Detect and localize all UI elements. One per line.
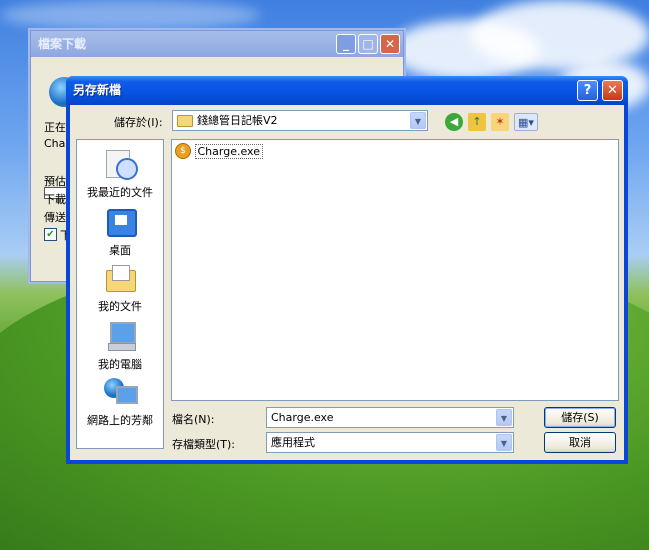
save-button[interactable]: 儲存(S) [544, 407, 616, 428]
save-as-dialog: 另存新檔 ? ✕ 儲存於(I): 錢總管日記帳V2 ▼ ◀ ↑ ✶ ▦▾ 我最近… [66, 76, 628, 464]
chevron-down-icon[interactable]: ▼ [496, 409, 512, 426]
save-in-label: 儲存於(I): [114, 116, 163, 129]
place-desktop[interactable]: 桌面 [77, 206, 163, 258]
help-button[interactable]: ? [577, 80, 598, 101]
filetype-value: 應用程式 [271, 436, 315, 449]
place-label: 我的文件 [98, 300, 142, 313]
place-my-computer[interactable]: 我的電腦 [77, 320, 163, 372]
place-recent[interactable]: 我最近的文件 [77, 148, 163, 200]
save-in-combo[interactable]: 錢總管日記帳V2 ▼ [172, 110, 428, 131]
file-list[interactable]: $ Charge.exe [171, 139, 619, 401]
place-label: 桌面 [109, 244, 131, 257]
back-icon[interactable]: ◀ [445, 113, 463, 131]
filetype-combo[interactable]: 應用程式 ▼ [266, 432, 514, 453]
maximize-icon[interactable]: □ [358, 34, 378, 54]
list-item[interactable]: $ Charge.exe [175, 143, 263, 159]
my-computer-icon [104, 320, 136, 352]
title-bar[interactable]: 另存新檔 ? ✕ [66, 76, 628, 105]
up-folder-icon[interactable]: ↑ [468, 113, 486, 131]
dialog-title: 另存新檔 [73, 83, 122, 97]
file-name: Charge.exe [194, 143, 263, 159]
view-menu-icon[interactable]: ▦▾ [514, 113, 538, 131]
save-in-value: 錢總管日記帳V2 [197, 114, 278, 127]
minimize-icon[interactable]: _ [336, 34, 356, 54]
chevron-down-icon[interactable]: ▼ [410, 112, 426, 129]
place-network[interactable]: 網路上的芳鄰 [77, 376, 163, 428]
place-my-documents[interactable]: 我的文件 [77, 262, 163, 314]
new-folder-icon[interactable]: ✶ [491, 113, 509, 131]
filename-combo[interactable]: Charge.exe ▼ [266, 407, 514, 428]
filetype-label: 存檔類型(T): [172, 438, 236, 451]
chevron-down-icon[interactable]: ▼ [496, 434, 512, 451]
close-icon[interactable]: ✕ [380, 34, 400, 54]
filename-value[interactable]: Charge.exe [271, 408, 333, 427]
network-places-icon [104, 376, 138, 408]
places-bar: 我最近的文件 桌面 我的文件 我的電腦 網路上的芳鄰 [76, 139, 164, 449]
place-label: 我的電腦 [98, 358, 142, 371]
download-status-line: 正在 [44, 121, 66, 134]
place-label: 我最近的文件 [87, 186, 153, 199]
close-on-complete-checkbox[interactable]: ✔ [44, 228, 57, 241]
recent-documents-icon [104, 148, 138, 180]
download-to-line: 下載 [44, 193, 66, 206]
filename-label: 檔名(N): [172, 413, 215, 426]
exe-file-icon: $ [175, 143, 191, 159]
desktop-icon [104, 206, 137, 238]
close-button[interactable]: ✕ [602, 80, 623, 101]
cancel-button[interactable]: 取消 [544, 432, 616, 453]
place-label: 網路上的芳鄰 [87, 414, 153, 427]
download-estimate-line: 預估 [44, 175, 66, 188]
my-documents-icon [104, 262, 136, 294]
download-rate-line: 傳送 [44, 211, 66, 224]
folder-icon [177, 115, 193, 127]
